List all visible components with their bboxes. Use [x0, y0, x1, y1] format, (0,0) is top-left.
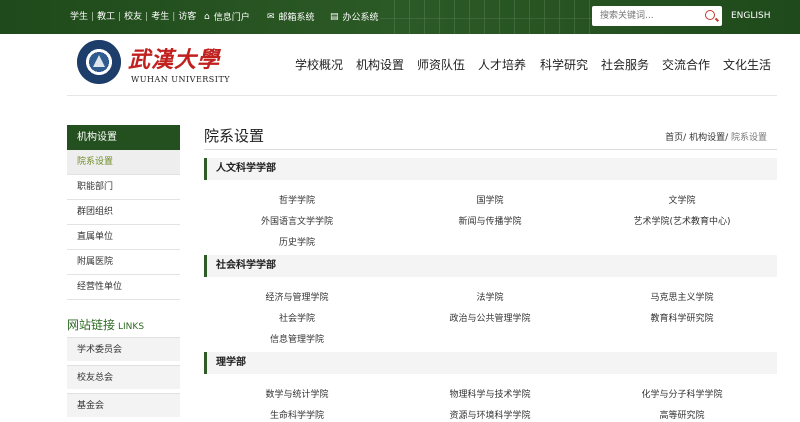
office-icon: ▤	[330, 11, 339, 22]
office-link-label: 办公系统	[342, 13, 379, 23]
top-bar-decoration	[380, 0, 600, 34]
department-link[interactable]: 历史学院	[279, 235, 315, 248]
department-link[interactable]: 马克思主义学院	[650, 290, 713, 303]
sidebar-item-affiliated-units[interactable]: 直属单位	[67, 225, 180, 250]
breadcrumb: 首页/ 机构设置/ 院系设置	[665, 133, 767, 143]
department-link[interactable]: 法学院	[476, 290, 503, 303]
title-divider	[204, 149, 777, 150]
breadcrumb-current: 院系设置	[730, 133, 767, 143]
section-humanities: 人文科学学部	[204, 158, 777, 180]
department-link[interactable]: 信息管理学院	[270, 332, 324, 345]
sidebar-item-functional[interactable]: 职能部门	[67, 175, 180, 200]
top-bar: 学生 | 教工 | 校友 | 考生 | 访客 ⌂ 信息门户 ✉ 邮箱系统 ▤ 办公系统 …	[0, 0, 800, 34]
department-link[interactable]: 资源与环境科学学院	[449, 408, 530, 421]
office-link[interactable]: ▤ 办公系统	[330, 10, 379, 24]
nav-item-organization[interactable]: 机构设置	[356, 56, 404, 73]
sidebar-item-business-units[interactable]: 经营性单位	[67, 275, 180, 300]
department-link[interactable]: 高等研究院	[659, 408, 704, 421]
breadcrumb-home[interactable]: 首页	[665, 133, 683, 143]
role-link-staff[interactable]: 教工	[97, 11, 115, 23]
department-link[interactable]: 物理科学与技术学院	[449, 387, 530, 400]
search-input[interactable]	[598, 6, 702, 26]
portal-link-label: 信息门户	[213, 13, 250, 23]
department-link[interactable]: 生命科学学院	[270, 408, 324, 421]
links-title-cn: 网站链接	[67, 318, 116, 332]
header-divider	[67, 95, 777, 96]
home-icon: ⌂	[204, 11, 210, 22]
department-link[interactable]: 教育科学研究院	[650, 311, 713, 324]
links-list: 学术委员会 校友总会 基金会	[67, 337, 180, 421]
section-social-sciences: 社会科学学部	[204, 255, 777, 277]
sidebar-item-departments[interactable]: 院系设置	[67, 150, 180, 175]
nav-item-service[interactable]: 社会服务	[601, 56, 649, 73]
search-icon[interactable]	[705, 10, 715, 20]
mail-link[interactable]: ✉ 邮箱系统	[267, 10, 315, 24]
search-box	[592, 6, 722, 26]
nav-item-culture[interactable]: 文化生活	[723, 56, 771, 73]
nav-item-education[interactable]: 人才培养	[478, 56, 526, 73]
sidebar-title: 机构设置	[67, 125, 180, 150]
link-alumni-association[interactable]: 校友总会	[67, 365, 180, 389]
page-title: 院系设置	[204, 127, 265, 145]
mail-icon: ✉	[267, 11, 275, 22]
link-academic-committee[interactable]: 学术委员会	[67, 337, 180, 361]
sidebar-item-hospitals[interactable]: 附属医院	[67, 250, 180, 275]
university-seal-logo[interactable]	[77, 40, 121, 84]
department-link[interactable]: 文学院	[668, 193, 695, 206]
nav-item-exchange[interactable]: 交流合作	[662, 56, 710, 73]
links-title-en: LINKS	[118, 322, 145, 332]
nav-item-research[interactable]: 科学研究	[540, 56, 588, 73]
sidebar-menu: 院系设置 职能部门 群团组织 直属单位 附属医院 经营性单位	[67, 150, 180, 300]
department-link[interactable]: 经济与管理学院	[265, 290, 328, 303]
links-title: 网站链接 LINKS	[67, 316, 144, 333]
department-link[interactable]: 化学与分子科学学院	[641, 387, 722, 400]
department-link[interactable]: 新闻与传播学院	[458, 214, 521, 227]
english-link[interactable]: ENGLISH	[731, 11, 771, 21]
sidebar-item-groups[interactable]: 群团组织	[67, 200, 180, 225]
section-sciences: 理学部	[204, 352, 777, 374]
department-link[interactable]: 艺术学院(艺术教育中心)	[633, 214, 730, 227]
role-link-applicant[interactable]: 考生	[151, 11, 169, 23]
logo-chinese-name[interactable]: 武漢大學	[128, 42, 220, 74]
breadcrumb-organization[interactable]: 机构设置	[689, 133, 725, 143]
role-link-student[interactable]: 学生	[70, 11, 88, 23]
department-link[interactable]: 政治与公共管理学院	[449, 311, 530, 324]
link-foundation[interactable]: 基金会	[67, 393, 180, 417]
role-links: 学生 | 教工 | 校友 | 考生 | 访客	[70, 11, 197, 23]
department-link[interactable]: 外国语言文学学院	[261, 214, 333, 227]
role-link-visitor[interactable]: 访客	[178, 11, 196, 23]
department-link[interactable]: 数学与统计学院	[265, 387, 328, 400]
nav-item-faculty[interactable]: 师资队伍	[417, 56, 465, 73]
nav-item-about[interactable]: 学校概况	[295, 56, 343, 73]
department-link[interactable]: 哲学学院	[279, 193, 315, 206]
department-link[interactable]: 国学院	[476, 193, 503, 206]
role-link-alumni[interactable]: 校友	[124, 11, 142, 23]
department-link[interactable]: 社会学院	[279, 311, 315, 324]
logo-english-name[interactable]: WUHAN UNIVERSITY	[131, 75, 230, 84]
portal-link[interactable]: ⌂ 信息门户	[204, 10, 250, 24]
mail-link-label: 邮箱系统	[278, 13, 315, 23]
